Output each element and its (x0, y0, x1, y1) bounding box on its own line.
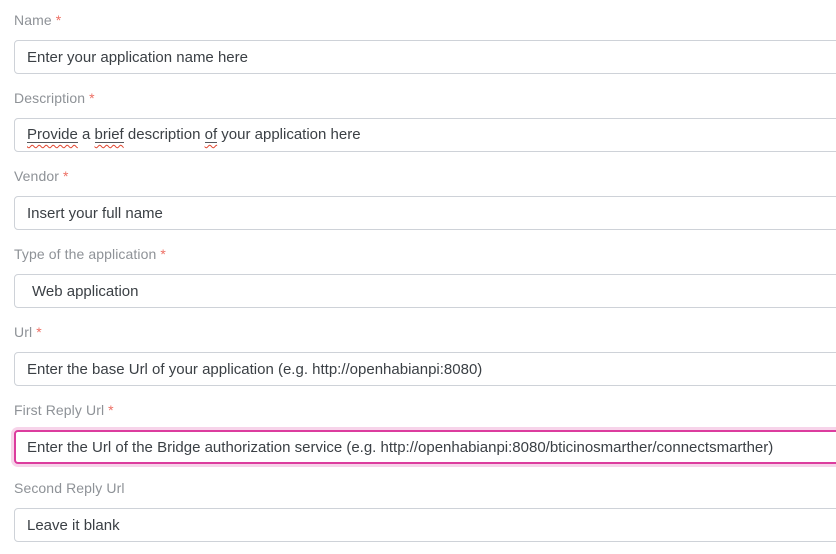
second-reply-url-label: Second Reply Url (14, 479, 836, 498)
form-group-vendor: Vendor* (14, 167, 836, 230)
vendor-label-text: Vendor (14, 168, 59, 184)
application-type-label: Type of the application* (14, 245, 836, 264)
form-group-application-type: Type of the application* (14, 245, 836, 308)
second-reply-url-label-text: Second Reply Url (14, 480, 125, 496)
required-asterisk: * (108, 402, 114, 418)
required-asterisk: * (160, 246, 166, 262)
first-reply-url-label: First Reply Url* (14, 401, 836, 420)
required-asterisk: * (63, 168, 69, 184)
application-type-input[interactable] (14, 274, 836, 308)
description-text: a (78, 126, 95, 143)
name-label: Name* (14, 11, 836, 30)
name-label-text: Name (14, 12, 52, 28)
description-label-text: Description (14, 90, 85, 106)
vendor-label: Vendor* (14, 167, 836, 186)
url-input[interactable] (14, 352, 836, 386)
form-group-second-reply-url: Second Reply Url (14, 479, 836, 542)
description-text: your application here (217, 126, 360, 143)
required-asterisk: * (36, 324, 42, 340)
form-group-first-reply-url: First Reply Url* (14, 401, 836, 464)
application-type-label-text: Type of the application (14, 246, 156, 262)
description-input[interactable]: Provide a brief description of your appl… (14, 118, 836, 152)
first-reply-url-input[interactable] (14, 430, 836, 464)
form-group-name: Name* (14, 11, 836, 74)
misspelled-word: of (205, 126, 218, 143)
application-form: Name* Description* Provide a brief descr… (14, 11, 836, 542)
url-label: Url* (14, 323, 836, 342)
url-label-text: Url (14, 324, 32, 340)
misspelled-word: Provide (27, 126, 78, 143)
form-group-description: Description* Provide a brief description… (14, 89, 836, 152)
description-text: description (124, 126, 205, 143)
required-asterisk: * (89, 90, 95, 106)
first-reply-url-label-text: First Reply Url (14, 402, 104, 418)
vendor-input[interactable] (14, 196, 836, 230)
misspelled-word: brief (95, 126, 124, 143)
description-label: Description* (14, 89, 836, 108)
required-asterisk: * (56, 12, 62, 28)
second-reply-url-input[interactable] (14, 508, 836, 542)
name-input[interactable] (14, 40, 836, 74)
form-group-url: Url* (14, 323, 836, 386)
